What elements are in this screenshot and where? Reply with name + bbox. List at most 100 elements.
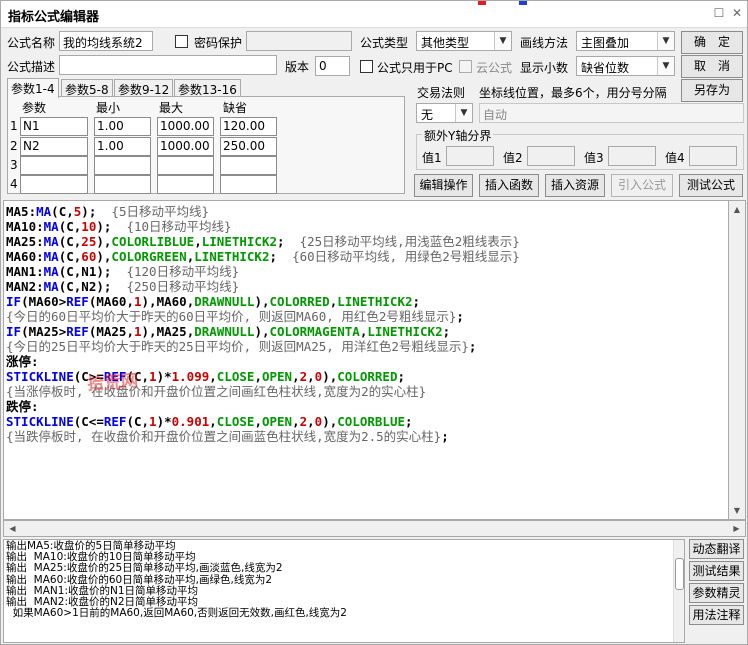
pc-only-checkbox[interactable] bbox=[360, 60, 373, 73]
output-text: 输出MA5:收盘价的5日简单移动平均 输出 MA10:收盘价的10日简单移动平均输… bbox=[6, 540, 347, 620]
tab-params-5-8[interactable]: 参数5-8 bbox=[61, 79, 113, 97]
formula-desc-input[interactable] bbox=[59, 55, 277, 75]
tab-params-9-12[interactable]: 参数9-12 bbox=[114, 79, 174, 97]
cancel-button[interactable]: 取 消 bbox=[681, 55, 743, 78]
code-line[interactable]: IF(MA60>REF(MA60,1),MA60,DRAWNULL),COLOR… bbox=[6, 294, 520, 309]
edit-ops-button[interactable]: 编辑操作 bbox=[414, 174, 473, 197]
code-line[interactable]: STICKLINE(C>=REF(C,1)*1.099,CLOSE,OPEN,2… bbox=[6, 369, 520, 384]
decimals-select[interactable]: 缺省位数 ▼ bbox=[576, 56, 675, 76]
code-line[interactable]: {今日的60日平均价大于昨天的60日平均价, 则返回MA60, 用红色2号粗线显… bbox=[6, 309, 520, 324]
dynamic-translate-button[interactable]: 动态翻译 bbox=[689, 539, 744, 559]
import-formula-button[interactable]: 引入公式 bbox=[611, 174, 673, 197]
y-axis-value4-input[interactable] bbox=[689, 146, 737, 166]
window-title: 指标公式编辑器 bbox=[8, 10, 100, 25]
formula-editor-window: 指标公式编辑器 ☐ ✕ 公式名称 我的均线系统2 密码保护 公式类型 其他类型 … bbox=[0, 0, 748, 645]
param-row-number: 2 bbox=[10, 139, 18, 153]
param-name-cell[interactable]: N2 bbox=[20, 137, 88, 156]
formula-type-label: 公式类型 bbox=[360, 36, 409, 50]
code-line[interactable]: 跌停: bbox=[6, 399, 520, 414]
usage-notes-button[interactable]: 用法注释 bbox=[689, 605, 744, 625]
tab-params-13-16[interactable]: 参数13-16 bbox=[174, 79, 241, 97]
version-input[interactable]: 0 bbox=[315, 56, 350, 76]
param-row-number: 1 bbox=[10, 119, 18, 133]
code-line[interactable]: MA25:MA(C,25),COLORLIBLUE,LINETHICK2; {2… bbox=[6, 234, 520, 249]
param-default-cell[interactable]: 250.00 bbox=[220, 137, 277, 156]
trade-rule-select[interactable]: 无 ▼ bbox=[416, 103, 473, 123]
code-line[interactable]: IF(MA25>REF(MA25,1),MA25,DRAWNULL),COLOR… bbox=[6, 324, 520, 339]
chevron-down-icon: ▼ bbox=[657, 32, 674, 50]
param-min-cell[interactable]: 1.00 bbox=[94, 137, 151, 156]
param-default-cell[interactable]: 120.00 bbox=[220, 117, 277, 136]
param-min-cell[interactable] bbox=[94, 175, 151, 194]
y-axis-value2-input[interactable] bbox=[527, 146, 575, 166]
param-default-cell[interactable] bbox=[220, 156, 277, 175]
code-line[interactable]: MA10:MA(C,10); {10日移动平均线} bbox=[6, 219, 520, 234]
cloud-formula-checkbox[interactable] bbox=[459, 60, 472, 73]
formula-type-select[interactable]: 其他类型 ▼ bbox=[416, 31, 512, 51]
param-name-cell[interactable] bbox=[20, 156, 88, 175]
title-bar[interactable]: 指标公式编辑器 ☐ ✕ bbox=[1, 1, 747, 28]
param-default-cell[interactable] bbox=[220, 175, 277, 194]
formula-type-value: 其他类型 bbox=[421, 36, 470, 50]
pc-only-label: 公式只用于PC bbox=[377, 61, 453, 75]
code-text[interactable]: MA5:MA(C,5); {5日移动平均线} MA10:MA(C,10); {10… bbox=[6, 204, 520, 444]
insert-resource-button[interactable]: 插入资源 bbox=[545, 174, 605, 197]
save-as-button[interactable]: 另存为 bbox=[681, 79, 743, 102]
close-icon[interactable]: ✕ bbox=[730, 7, 744, 21]
param-max-cell[interactable] bbox=[157, 156, 214, 175]
scroll-down-icon[interactable]: ▼ bbox=[729, 502, 745, 519]
editor-horizontal-scrollbar[interactable]: ◀ ▶ bbox=[3, 520, 746, 537]
title-color-marks bbox=[478, 1, 486, 5]
y-axis-value1-input[interactable] bbox=[446, 146, 494, 166]
param-min-cell[interactable] bbox=[94, 156, 151, 175]
editor-vertical-scrollbar[interactable]: ▲ ▼ bbox=[729, 200, 746, 520]
test-result-button[interactable]: 测试结果 bbox=[689, 561, 744, 581]
param-row-number: 3 bbox=[10, 158, 18, 172]
param-max-cell[interactable] bbox=[157, 175, 214, 194]
password-checkbox[interactable] bbox=[175, 35, 188, 48]
y-axis-value3-input[interactable] bbox=[608, 146, 656, 166]
insert-function-button[interactable]: 插入函数 bbox=[479, 174, 539, 197]
output-scroll-thumb[interactable] bbox=[675, 558, 684, 590]
code-line[interactable]: {今日的25日平均价大于昨天的25日平均价, 则返回MA25, 用洋红色2号粗线… bbox=[6, 339, 520, 354]
ok-button[interactable]: 确 定 bbox=[681, 31, 743, 54]
code-line[interactable]: {当跌停板时, 在收盘价和开盘价位置之间画蓝色柱状线,宽度为2.5的实心柱}; bbox=[6, 429, 520, 444]
title-color-marks-2 bbox=[519, 1, 527, 5]
code-line[interactable]: 涨停: bbox=[6, 354, 520, 369]
code-line[interactable]: {当涨停板时, 在收盘价和开盘价位置之间画红色柱状线,宽度为2的实心柱} bbox=[6, 384, 520, 399]
param-name-cell[interactable]: N1 bbox=[20, 117, 88, 136]
code-editor[interactable]: MA5:MA(C,5); {5日移动平均线} MA10:MA(C,10); {10… bbox=[3, 200, 729, 520]
code-line[interactable]: STICKLINE(C<=REF(C,1)*0.901,CLOSE,OPEN,2… bbox=[6, 414, 520, 429]
draw-method-label: 画线方法 bbox=[520, 36, 569, 50]
draw-method-select[interactable]: 主图叠加 ▼ bbox=[576, 31, 675, 51]
coord-line-input[interactable]: 自动 bbox=[479, 103, 744, 123]
param-name-cell[interactable] bbox=[20, 175, 88, 194]
param-max-cell[interactable]: 1000.00 bbox=[157, 137, 214, 156]
restore-icon[interactable]: ☐ bbox=[712, 7, 726, 21]
chevron-down-icon: ▼ bbox=[657, 57, 674, 75]
output-scrollbar[interactable] bbox=[673, 540, 684, 642]
param-header-default: 缺省 bbox=[223, 101, 248, 115]
scroll-right-icon[interactable]: ▶ bbox=[728, 521, 745, 536]
param-header-max: 最大 bbox=[159, 101, 184, 115]
param-max-cell[interactable]: 1000.00 bbox=[157, 117, 214, 136]
param-min-cell[interactable]: 1.00 bbox=[94, 117, 151, 136]
chevron-down-icon: ▼ bbox=[455, 104, 472, 122]
param-row-number: 4 bbox=[10, 177, 18, 191]
test-formula-button[interactable]: 测试公式 bbox=[679, 174, 743, 197]
code-line[interactable]: MA5:MA(C,5); {5日移动平均线} bbox=[6, 204, 520, 219]
code-line[interactable]: MAN1:MA(C,N1); {120日移动平均线} bbox=[6, 264, 520, 279]
code-line[interactable]: MA60:MA(C,60),COLORGREEN,LINETHICK2; {60… bbox=[6, 249, 520, 264]
output-line: 如果MA60>1日前的MA60,返回MA60,否则返回无效数,画红色,线宽为2 bbox=[6, 607, 347, 620]
param-header-name: 参数 bbox=[22, 101, 47, 115]
tab-params-1-4[interactable]: 参数1-4 bbox=[7, 78, 59, 98]
draw-method-value: 主图叠加 bbox=[581, 36, 630, 50]
password-input[interactable] bbox=[246, 31, 352, 51]
password-label: 密码保护 bbox=[194, 36, 243, 50]
output-line: 输出 MA25:收盘价的25日简单移动平均,画淡蓝色,线宽为2 bbox=[6, 562, 283, 575]
scroll-left-icon[interactable]: ◀ bbox=[4, 521, 21, 536]
code-line[interactable]: MAN2:MA(C,N2); {250日移动平均线} bbox=[6, 279, 520, 294]
scroll-up-icon[interactable]: ▲ bbox=[729, 201, 745, 218]
param-wizard-button[interactable]: 参数精灵 bbox=[689, 583, 744, 603]
formula-name-input[interactable]: 我的均线系统2 bbox=[59, 31, 153, 51]
